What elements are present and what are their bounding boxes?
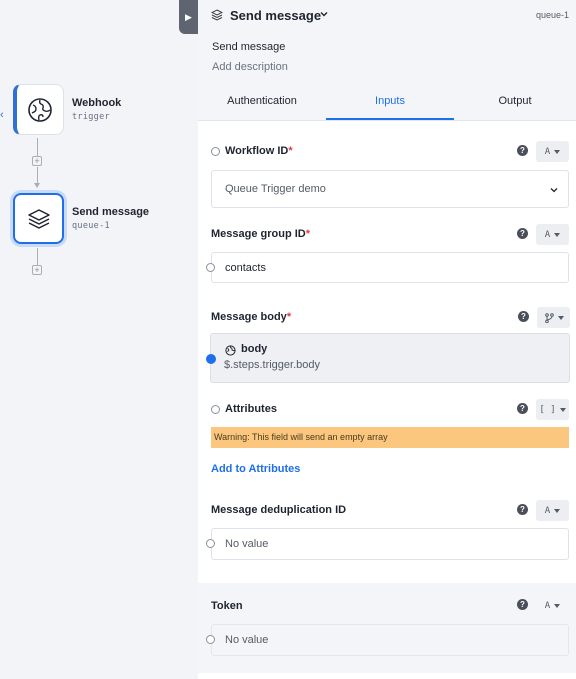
chevron-down-icon: [550, 188, 558, 193]
chevron-down-icon[interactable]: [319, 9, 329, 19]
type-selector-button[interactable]: A: [536, 224, 569, 245]
reference-path: $.steps.trigger.body: [224, 359, 321, 371]
token-section: Token ? A No value: [198, 583, 576, 673]
description-field[interactable]: Add description: [212, 61, 288, 73]
dedup-id-radio[interactable]: [206, 539, 215, 548]
help-icon[interactable]: ?: [517, 145, 528, 156]
help-icon[interactable]: ?: [517, 504, 528, 515]
active-tab-indicator: [326, 118, 454, 120]
workflow-id-value: Queue Trigger demo: [225, 183, 326, 195]
caret-down-icon: [559, 407, 566, 412]
message-body-radio[interactable]: [206, 354, 216, 364]
tab-inputs[interactable]: Inputs: [326, 95, 454, 107]
type-selector-button[interactable]: A: [536, 500, 569, 521]
step-name-field[interactable]: Send message: [212, 41, 285, 53]
help-icon[interactable]: ?: [517, 403, 528, 414]
tab-authentication[interactable]: Authentication: [198, 95, 326, 107]
webhook-node-subtitle: trigger: [72, 112, 110, 122]
help-icon[interactable]: ?: [518, 311, 529, 322]
type-selector-button[interactable]: [ ]: [536, 399, 569, 420]
layers-icon: [27, 208, 50, 229]
workflow-canvas[interactable]: ‹ Webhook trigger + Send message queue-1…: [0, 0, 198, 679]
message-group-id-label: Message group ID*: [211, 228, 311, 240]
empty-array-warning: Warning: This field will send an empty a…: [211, 427, 569, 448]
caret-down-icon: [554, 232, 561, 237]
send-node-subtitle: queue-1: [72, 221, 110, 231]
branch-icon: [544, 312, 554, 323]
layers-icon: [211, 9, 223, 21]
incoming-edge-icon: ‹: [0, 109, 4, 121]
edge-line: [37, 248, 38, 265]
edge-arrow-icon: [34, 183, 40, 188]
dedup-id-input[interactable]: No value: [211, 528, 569, 560]
step-id: queue-1: [535, 10, 569, 20]
type-selector-button[interactable]: A: [536, 595, 569, 616]
token-label: Token: [211, 600, 243, 612]
workflow-id-label: Workflow ID*: [225, 145, 293, 157]
panel-collapse-button[interactable]: ▶: [179, 0, 198, 34]
edge-line: [37, 167, 38, 183]
message-body-label: Message body*: [211, 311, 292, 323]
token-placeholder: No value: [225, 634, 269, 646]
edge-line: [37, 138, 38, 156]
message-body-reference[interactable]: body $.steps.trigger.body: [210, 333, 570, 383]
type-selector-button[interactable]: A: [536, 141, 569, 162]
globe-icon: [225, 345, 236, 356]
message-group-id-value: contacts: [225, 262, 266, 274]
token-input[interactable]: No value: [211, 624, 569, 656]
attributes-label: Attributes: [225, 403, 277, 415]
dedup-id-label: Message deduplication ID: [211, 504, 347, 516]
message-group-id-radio[interactable]: [206, 263, 215, 272]
reference-name: body: [241, 343, 268, 355]
add-step-button[interactable]: +: [32, 265, 42, 275]
send-node-title: Send message: [72, 206, 150, 218]
help-icon[interactable]: ?: [517, 228, 528, 239]
send-message-node[interactable]: [13, 193, 64, 244]
tab-output[interactable]: Output: [454, 95, 576, 107]
caret-down-icon: [554, 149, 561, 154]
attributes-radio[interactable]: [211, 405, 220, 414]
add-to-attributes-link[interactable]: Add to Attributes: [211, 463, 300, 475]
webhook-node-title: Webhook: [72, 97, 122, 109]
caret-down-icon: [554, 508, 561, 513]
panel-header: Send message queue-1 Send message Add de…: [198, 0, 576, 121]
caret-down-icon: [557, 315, 564, 320]
chevron-right-icon: ▶: [185, 11, 192, 22]
dedup-id-placeholder: No value: [225, 538, 269, 550]
caret-down-icon: [554, 603, 561, 608]
globe-icon: [28, 97, 52, 122]
token-radio[interactable]: [206, 635, 215, 644]
add-step-button[interactable]: +: [32, 156, 42, 166]
workflow-id-select[interactable]: Queue Trigger demo: [211, 170, 569, 208]
workflow-id-radio[interactable]: [211, 147, 220, 156]
step-title-dropdown[interactable]: Send message: [230, 8, 321, 23]
webhook-node[interactable]: [13, 84, 64, 135]
message-group-id-input[interactable]: contacts: [211, 252, 569, 283]
type-selector-button[interactable]: [537, 307, 570, 328]
help-icon[interactable]: ?: [517, 599, 528, 610]
